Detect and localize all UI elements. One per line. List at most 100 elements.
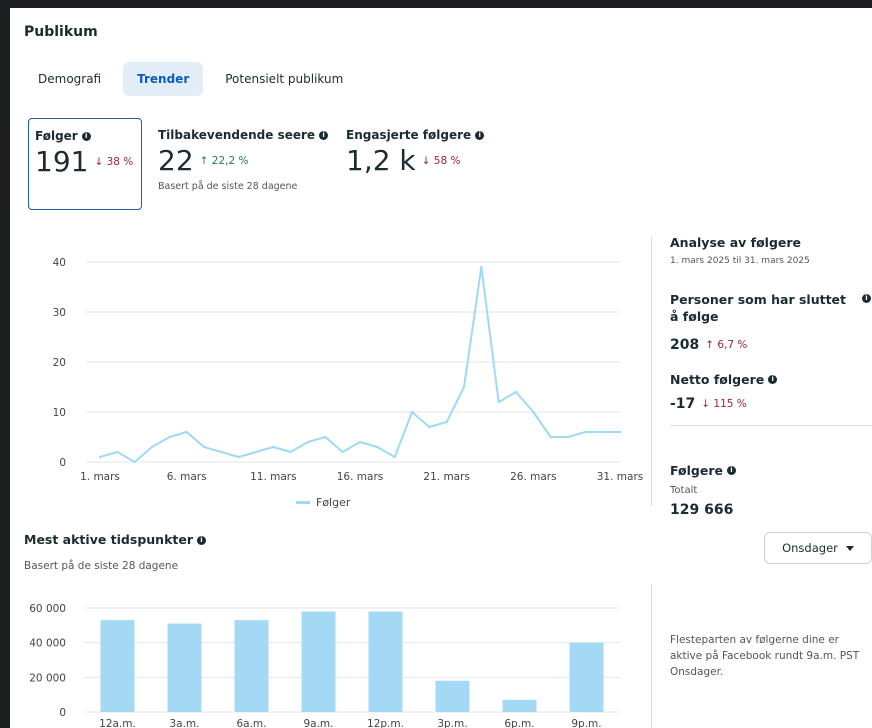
followers-label: Følgere [670, 463, 723, 478]
x-tick-label: 1. mars [80, 471, 120, 483]
info-icon[interactable]: i [475, 131, 485, 140]
data-point [185, 430, 188, 434]
day-dropdown[interactable]: Onsdager [764, 532, 872, 564]
data-point [324, 435, 327, 439]
x-tick-label: 26. mars [510, 471, 557, 483]
y-tick-label: 40 000 [29, 638, 66, 650]
tabs: Demografi Trender Potensielt publikum [24, 62, 365, 96]
followers-sub: Totalt [670, 485, 698, 496]
y-tick-label: 0 [59, 707, 66, 719]
data-point [306, 440, 310, 444]
followers-total-block: Følgere i Totalt 129 666 [670, 460, 872, 518]
metric-change: ↓ 38 % [94, 155, 134, 168]
data-point [341, 450, 344, 454]
bar [569, 642, 604, 712]
tab-potensielt-publikum[interactable]: Potensielt publikum [211, 62, 357, 96]
x-tick-label: 3a.m. [169, 718, 199, 728]
data-point [480, 265, 483, 269]
data-point [133, 460, 136, 464]
bar [301, 611, 336, 712]
x-tick-label: 9p.m. [571, 718, 601, 728]
vertical-divider [651, 236, 652, 506]
info-icon[interactable]: i [726, 466, 736, 475]
unfollow-block: Personer som har sluttet å følge [670, 291, 850, 325]
metrics-note: Basert på de siste 28 dagene [158, 181, 298, 192]
metric-value: 191 [35, 145, 89, 178]
tab-demografi[interactable]: Demografi [24, 62, 115, 96]
data-point [289, 450, 292, 454]
info-icon[interactable]: i [768, 375, 778, 384]
followers-total: 129 666 [670, 502, 734, 518]
data-point [272, 445, 275, 449]
tab-trender[interactable]: Trender [123, 62, 204, 96]
net-label: Netto følgere [670, 372, 765, 387]
net-block: Netto følgere i [670, 369, 872, 388]
data-point [514, 390, 518, 394]
x-tick-label: 21. mars [423, 471, 470, 483]
y-tick-label: 10 [53, 407, 66, 419]
data-point [618, 430, 622, 434]
metric-value: 22 [158, 144, 194, 177]
bar [100, 620, 135, 712]
data-point [202, 445, 206, 449]
x-tick-label: 11. mars [250, 471, 297, 483]
active-times-bar-chart: 0 20 000 40 000 60 000 12a.m. 3a.m. 6a.m. 9a.m.… [29, 603, 620, 728]
net-value: -17 [670, 396, 696, 412]
info-icon[interactable]: i [319, 131, 329, 140]
data-point [410, 410, 414, 414]
data-point [584, 430, 587, 434]
data-point [237, 455, 240, 459]
metric-change: ↓ 58 % [421, 154, 461, 167]
dropdown-value: Onsdager [782, 541, 838, 555]
info-icon[interactable]: i [81, 132, 91, 141]
data-point [98, 455, 102, 459]
y-tick-label: 40 [53, 257, 66, 269]
divider [670, 425, 872, 426]
section-title: Publikum [24, 24, 98, 40]
x-tick-label: 9a.m. [303, 718, 333, 728]
y-tick-label: 30 [53, 307, 66, 319]
data-point [549, 435, 552, 439]
data-point [116, 450, 119, 454]
metric-label: Engasjerte følgere [346, 128, 472, 142]
metric-card-tilbakevendende[interactable]: Tilbakevendende seere i 22 ↑ 22,2 % Basert… [158, 118, 338, 220]
active-times-note: Basert på de siste 28 dagene [24, 560, 179, 572]
net-change: ↓ 115 % [701, 397, 747, 410]
data-point [150, 445, 154, 449]
metric-card-engasjerte[interactable]: Engasjerte følgere i 1,2 k ↓ 58 % [346, 118, 516, 220]
data-point [601, 430, 604, 434]
active-times-title: Mest aktive tidspunkter i [24, 532, 206, 547]
metric-value: 1,2 k [346, 144, 416, 177]
analysis-range: 1. mars 2025 til 31. mars 2025 [670, 256, 810, 266]
unfollow-value: 208 [670, 337, 700, 353]
unfollow-change: ↑ 6,7 % [705, 338, 748, 351]
series-line-folger [99, 266, 620, 463]
data-point [220, 450, 223, 454]
data-point [393, 455, 396, 459]
x-tick-label: 6a.m. [236, 718, 266, 728]
data-point [532, 410, 535, 414]
analysis-title: Analyse av følgere [670, 235, 802, 250]
data-point [168, 435, 171, 439]
data-point [254, 450, 258, 454]
net-value-row: -17 ↓ 115 % [670, 393, 872, 412]
legend-swatch [296, 501, 310, 504]
top-bar [0, 0, 872, 8]
metric-card-folger[interactable]: Følger i 191 ↓ 38 % [28, 118, 142, 210]
y-tick-label: 20 000 [29, 672, 66, 684]
caret-down-icon [845, 545, 854, 551]
data-point [445, 420, 448, 424]
data-point [376, 445, 379, 449]
y-tick-label: 60 000 [29, 603, 66, 615]
follower-analysis: Analyse av følgere 1. mars 2025 til 31. … [670, 235, 872, 266]
info-icon[interactable]: i [197, 536, 206, 545]
chart-legend: Følger [296, 496, 350, 509]
followers-line-chart: 0 10 20 30 40 1. mars 6. mars 11. mars 16. mars 2… [53, 257, 644, 483]
bar [234, 620, 269, 712]
unfollow-value-row: 208 ↑ 6,7 % [670, 334, 872, 353]
x-tick-label: 31. mars [597, 471, 644, 483]
bar [435, 680, 470, 712]
x-tick-label: 12a.m. [99, 718, 136, 728]
data-point [358, 440, 362, 444]
info-icon[interactable]: i [862, 294, 871, 303]
